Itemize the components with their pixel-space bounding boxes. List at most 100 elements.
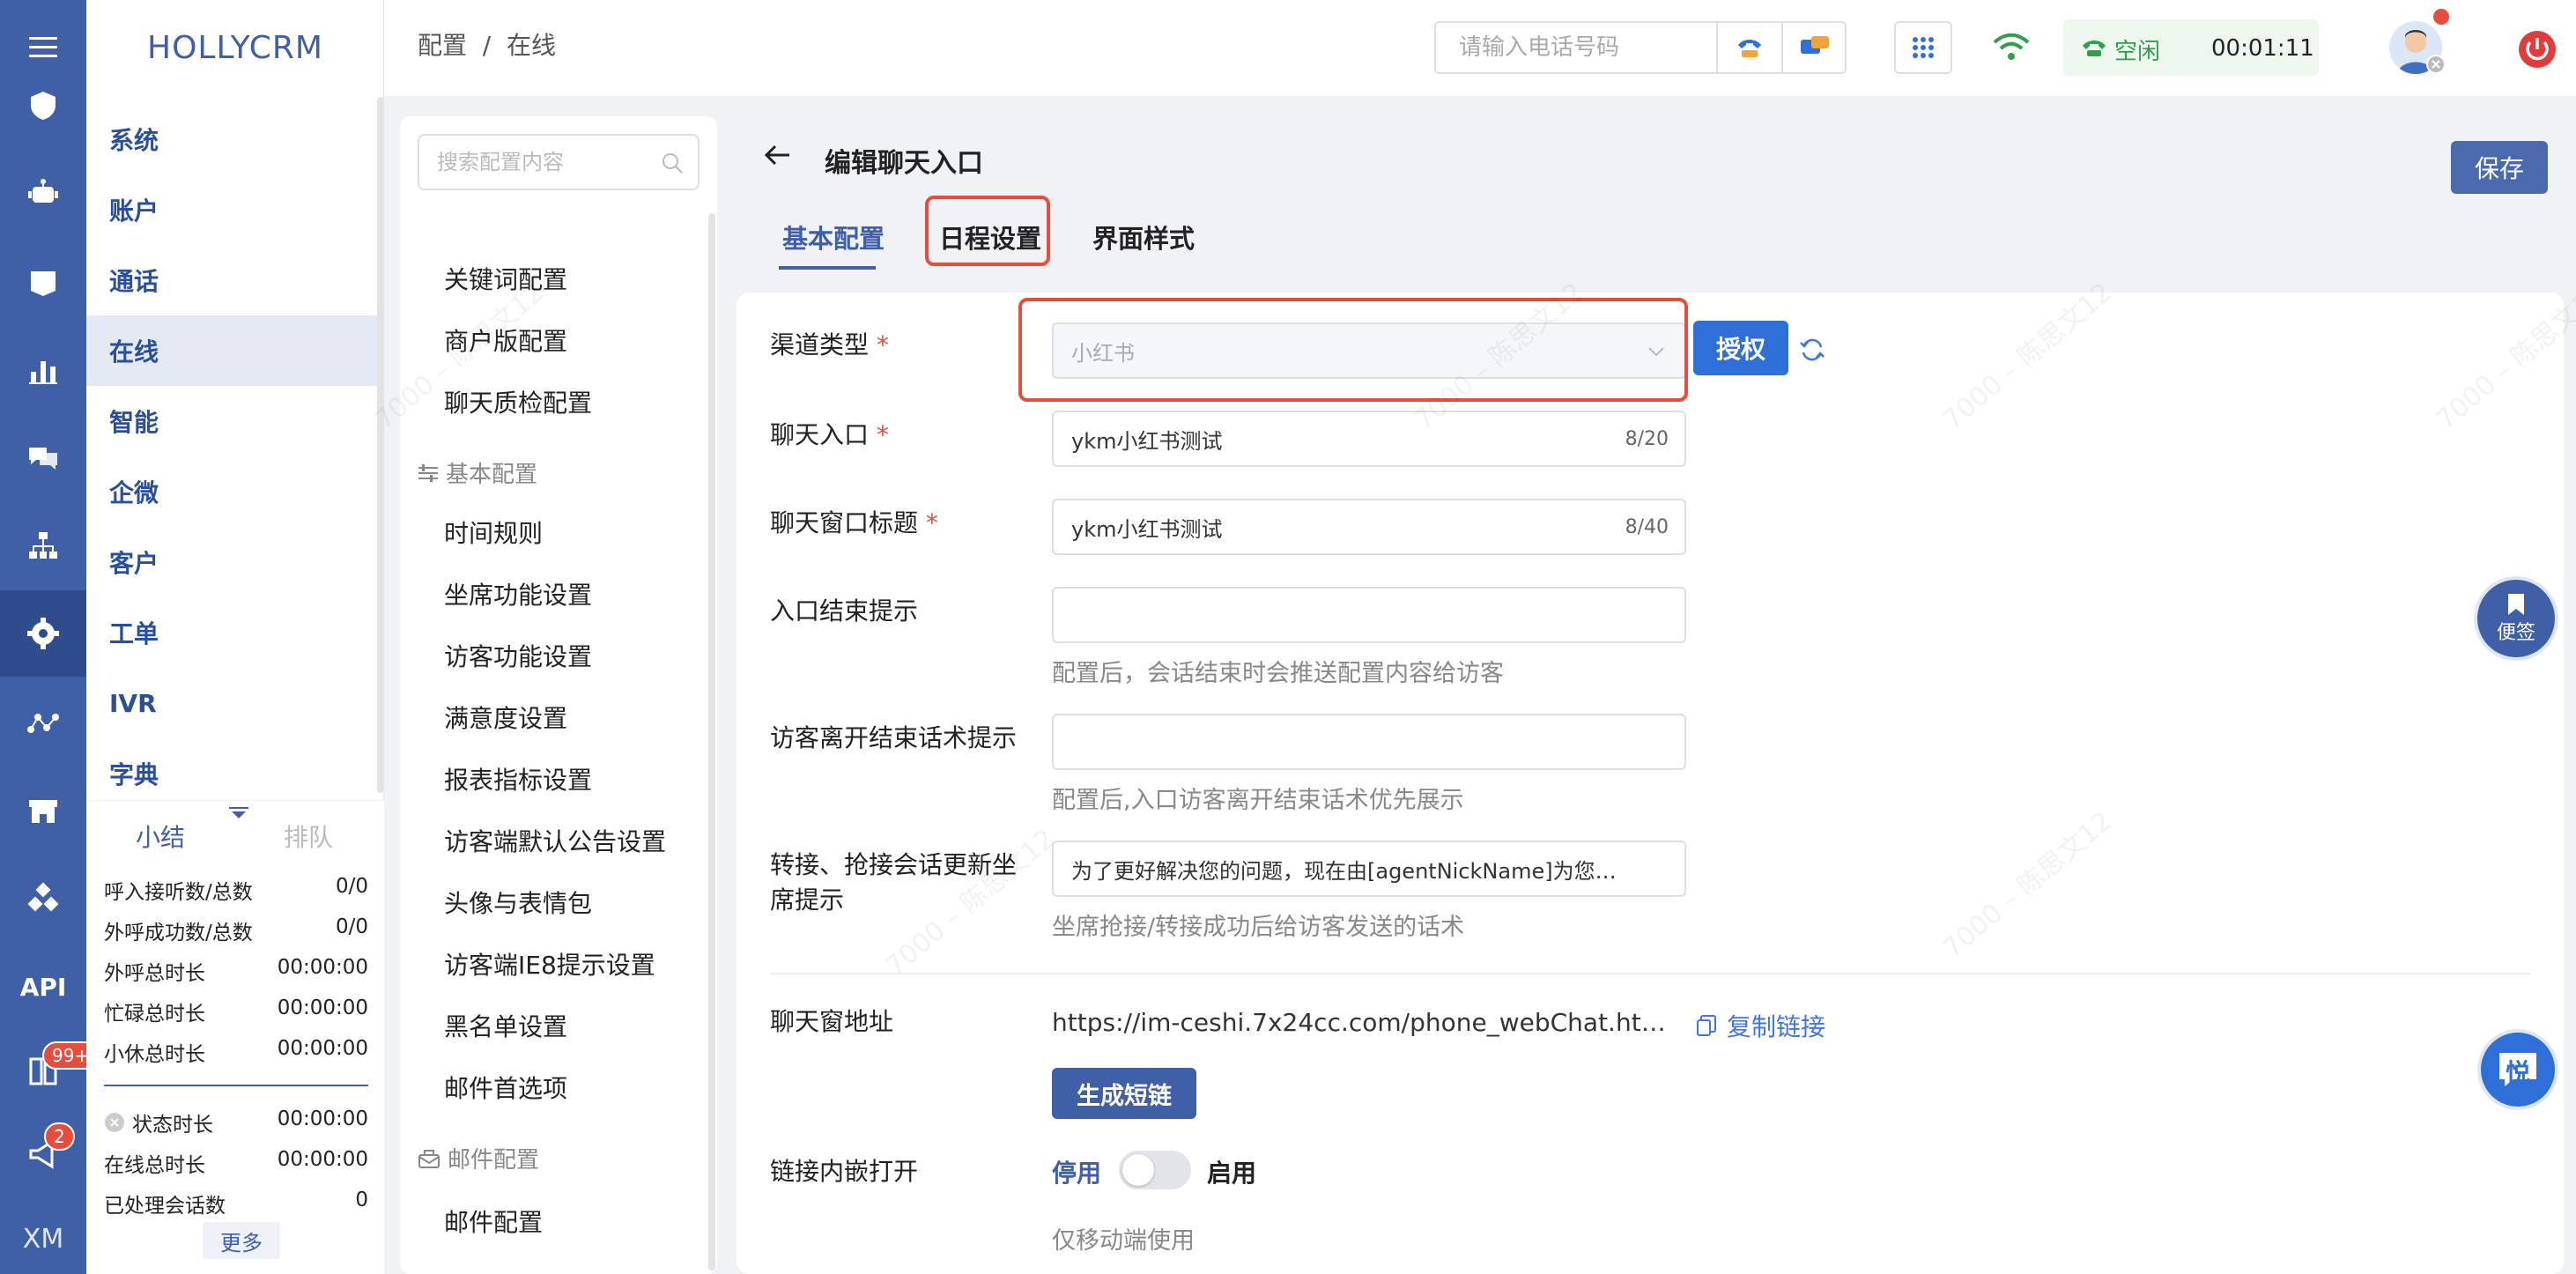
config-item-mail-config[interactable]: 邮件配置 (444, 1204, 543, 1239)
yue-assistant-button[interactable]: 悦 (2477, 1029, 2558, 1110)
menu-item-system[interactable]: 系统 (86, 104, 377, 174)
chat-entry-label: 聊天入口 * (770, 420, 889, 449)
embed-toggle[interactable] (1119, 1151, 1191, 1189)
config-item-merchant[interactable]: 商户版配置 (444, 322, 567, 358)
avatar-close-icon[interactable] (2426, 55, 2446, 74)
agent-status[interactable]: 空闲 00:01:11 (2063, 19, 2319, 76)
generate-short-link-button[interactable]: 生成短链 (1052, 1068, 1196, 1119)
status-timer: 00:01:11 (2211, 35, 2314, 62)
char-count: 8/40 (1625, 516, 1669, 538)
config-item-agent-features[interactable]: 坐席功能设置 (444, 576, 592, 611)
phone-dial-box (1434, 21, 1847, 74)
power-icon[interactable] (2518, 30, 2557, 69)
sliders-icon (418, 463, 438, 482)
visitor-leave-input[interactable] (1052, 714, 1686, 770)
config-item-ie8-prompt[interactable]: 访客端IE8提示设置 (444, 946, 655, 981)
config-item-visitor-features[interactable]: 访客功能设置 (444, 638, 592, 673)
bar-chart-icon[interactable] (0, 335, 86, 405)
chat-title-input[interactable]: ykm小红书测试 8/40 (1052, 499, 1686, 555)
config-list-panel: 关键词配置 商户版配置 聊天质检配置 基本配置 时间规则 坐席功能设置 访客功能… (400, 116, 717, 1274)
apps-grid-icon[interactable] (1894, 21, 1952, 74)
menu-item-customer[interactable]: 客户 (86, 527, 377, 597)
org-chart-icon[interactable] (0, 511, 86, 581)
save-button[interactable]: 保存 (2451, 141, 2548, 194)
menu-item-account[interactable]: 账户 (86, 174, 377, 245)
api-icon[interactable]: API (0, 952, 86, 1022)
refresh-icon[interactable] (1799, 337, 1825, 363)
stat-row: 外呼总时长 00:00:00 (104, 956, 368, 985)
stat-row: 状态时长 00:00:00 (104, 1107, 368, 1137)
config-item-chat-qc[interactable]: 聊天质检配置 (444, 384, 592, 419)
more-button[interactable]: 更多 (203, 1222, 280, 1259)
store-icon[interactable] (0, 775, 86, 846)
chat-entry-input[interactable]: ykm小红书测试 8/20 (1052, 411, 1686, 467)
menu-item-dictionary[interactable]: 字典 (86, 738, 377, 809)
stats-panel: 小结 排队 呼入接听数/总数 0/0 外呼成功数/总数 0/0 外呼总时长 00:00… (86, 800, 384, 1274)
entry-end-input[interactable] (1052, 587, 1686, 643)
robot-icon[interactable] (0, 159, 86, 229)
chat-bubbles-icon[interactable] (0, 423, 86, 493)
menu-item-wecom[interactable]: 企微 (86, 456, 377, 527)
copy-link-button[interactable]: 复制链接 (1695, 1008, 1825, 1043)
config-item-satisfaction[interactable]: 满意度设置 (444, 700, 567, 735)
sticky-note-button[interactable]: 便签 (2474, 576, 2558, 661)
menu-item-ivr[interactable]: IVR (86, 668, 377, 738)
collapse-icon[interactable] (227, 806, 250, 820)
config-item-keywords[interactable]: 关键词配置 (444, 261, 567, 296)
tab-queue[interactable]: 排队 (284, 818, 333, 854)
transfer-label: 转接、抢接会话更新坐 席提示 (770, 850, 1018, 915)
shield-icon[interactable] (0, 79, 86, 132)
yue-app-icon[interactable] (0, 247, 86, 317)
menu-item-online[interactable]: 在线 (86, 315, 377, 386)
main-menu: HOLLYCRM 系统 账户 通话 在线 智能 企微 客户 工单 IVR 字典 … (86, 0, 384, 1274)
status-label: 空闲 (2114, 39, 2161, 65)
visitor-leave-hint: 配置后,入口访客离开结束话术优先展示 (1052, 787, 1464, 814)
authorize-button[interactable]: 授权 (1693, 321, 1788, 375)
chat-url-label: 聊天窗地址 (770, 1007, 894, 1036)
phone-idle-icon (2083, 41, 2106, 56)
config-item-avatar-emoji[interactable]: 头像与表情包 (444, 885, 592, 920)
network-icon[interactable] (0, 687, 86, 758)
tab-ui-style[interactable]: 界面样式 (1092, 219, 1195, 256)
config-item-time-rules[interactable]: 时间规则 (444, 515, 543, 550)
menu-scrollbar[interactable] (377, 97, 384, 793)
config-item-blacklist[interactable]: 黑名单设置 (444, 1008, 567, 1043)
editor-header: 编辑聊天入口 保存 基本配置 日程设置 界面样式 (737, 116, 2551, 293)
config-item-report-metrics[interactable]: 报表指标设置 (444, 761, 592, 796)
chat-url-text: https://im-ceshi.7x24cc.com/phone_webCha… (1052, 1008, 1686, 1037)
cubes-icon[interactable] (0, 863, 86, 934)
transfer-input[interactable]: 为了更好解决您的问题，现在由[agentNickName]为您… (1052, 841, 1686, 897)
phone-input[interactable] (1436, 23, 1716, 72)
bookmark-icon (2508, 594, 2524, 615)
back-arrow-icon[interactable] (763, 143, 791, 167)
visitor-leave-label: 访客离开结束话术提示 (770, 723, 1018, 752)
stat-row: 在线总时长 00:00:00 (104, 1148, 368, 1177)
message-icon[interactable] (1781, 23, 1847, 72)
config-search-input[interactable] (419, 136, 657, 189)
notice-badge: 2 (44, 1122, 75, 1151)
top-bar: 配置 / 在线 空闲 00:01:11 (384, 0, 2576, 97)
stat-row: 已处理会话数 0 (104, 1189, 368, 1218)
status-clear-icon[interactable] (104, 1112, 125, 1133)
menu-item-smart[interactable]: 智能 (86, 386, 377, 456)
mail-icon (418, 1149, 440, 1168)
stat-row: 小休总时长 00:00:00 (104, 1037, 368, 1066)
settings-gear-icon[interactable] (0, 590, 86, 677)
brand-logo: HOLLYCRM (147, 29, 323, 66)
form-card: 渠道类型 * 小红书 授权 聊天入口 * ykm小红书测试 8/20 聊天窗口标… (737, 293, 2564, 1274)
tab-summary[interactable]: 小结 (136, 818, 185, 854)
embed-off-label: 停用 (1052, 1159, 1102, 1188)
entry-end-label: 入口结束提示 (770, 596, 919, 626)
menu-item-call[interactable]: 通话 (86, 245, 377, 315)
config-search-box (418, 134, 700, 190)
menu-item-ticket[interactable]: 工单 (86, 597, 377, 668)
xm-icon[interactable]: XM (0, 1204, 86, 1274)
config-item-visitor-notice[interactable]: 访客端默认公告设置 (444, 823, 666, 858)
hamburger-menu-icon[interactable] (0, 12, 86, 83)
config-scrollbar[interactable] (708, 213, 715, 1270)
config-item-mail-prefs[interactable]: 邮件首选项 (444, 1070, 567, 1105)
tab-basic-config[interactable]: 基本配置 (782, 219, 885, 256)
stats-divider (104, 1085, 368, 1086)
dial-phone-icon[interactable] (1716, 23, 1781, 72)
search-icon[interactable] (661, 152, 684, 174)
